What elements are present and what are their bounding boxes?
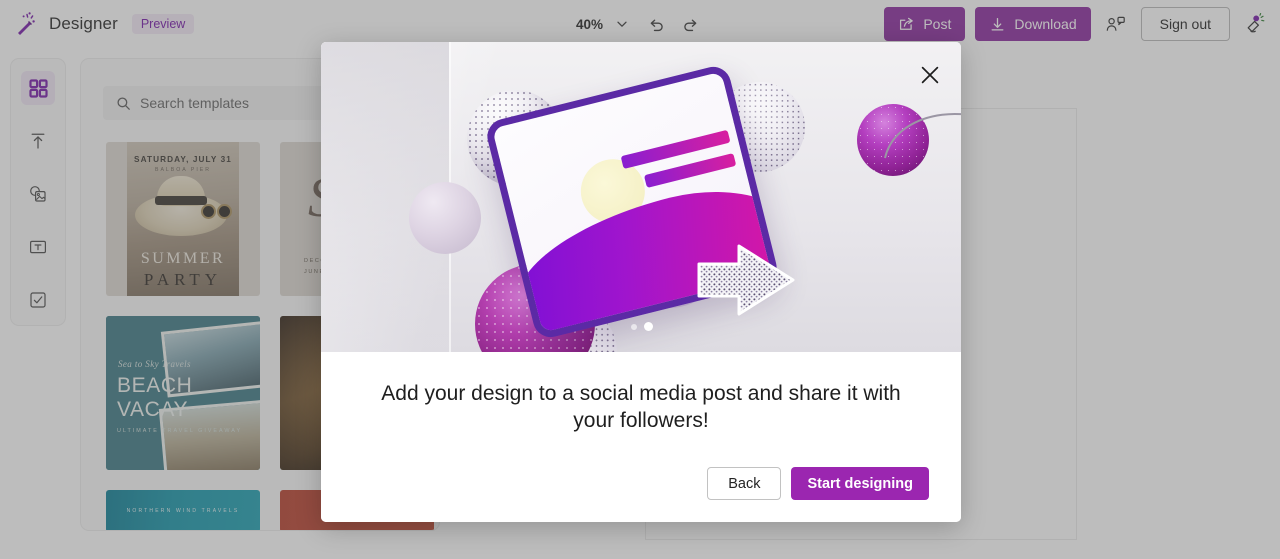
back-label: Back [728, 475, 761, 492]
start-designing-button[interactable]: Start designing [791, 467, 929, 500]
designer-app: Designer Preview 40% Post Download Sign … [0, 0, 1280, 559]
dialog-actions: Back Start designing [353, 467, 929, 500]
close-dialog-button[interactable] [917, 62, 943, 88]
carousel-dot-1[interactable] [631, 323, 637, 330]
start-designing-label: Start designing [807, 475, 913, 492]
dialog-body: Add your design to a social media post a… [321, 352, 961, 522]
glitter-arrow-icon [697, 244, 795, 316]
carousel-dots [631, 322, 653, 331]
share-promo-dialog: Add your design to a social media post a… [321, 42, 961, 522]
hanging-wire [884, 113, 961, 159]
carousel-dot-2[interactable] [644, 322, 653, 331]
dialog-headline: Add your design to a social media post a… [381, 382, 901, 432]
back-button[interactable]: Back [707, 467, 782, 500]
sphere-pale-left [409, 182, 481, 254]
dialog-hero-image [321, 42, 961, 352]
close-icon [921, 66, 939, 84]
